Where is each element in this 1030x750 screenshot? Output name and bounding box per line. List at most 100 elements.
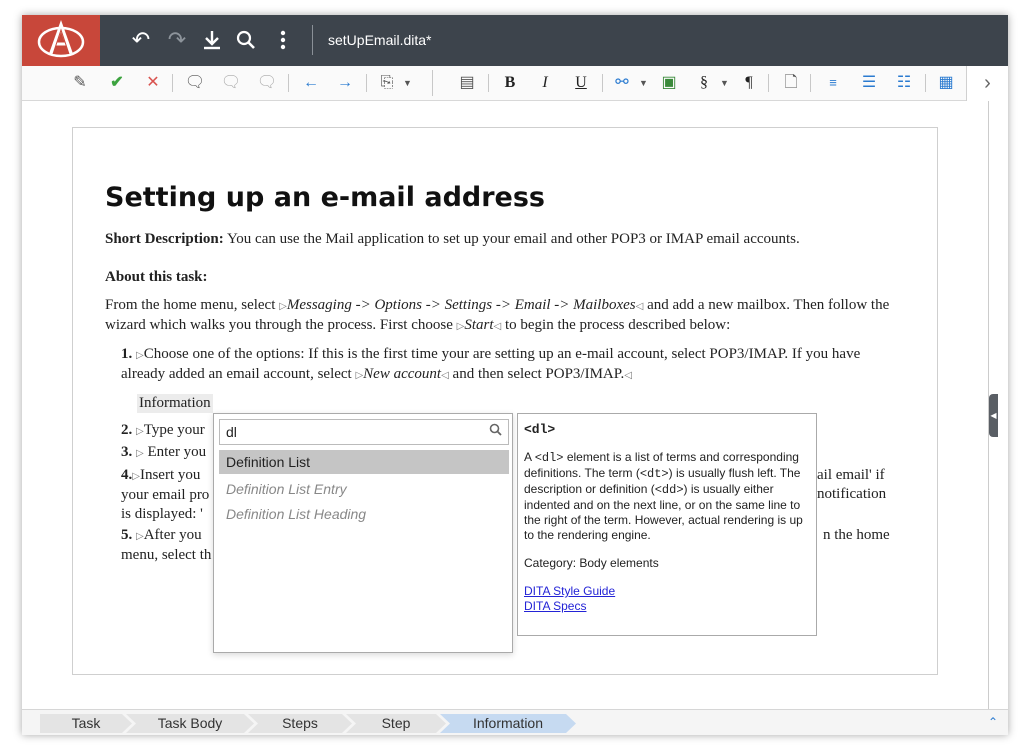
italic-button[interactable]: I xyxy=(534,72,556,94)
comment-add-icon: 🗨 xyxy=(184,74,206,91)
step-text: Type your xyxy=(143,422,205,438)
doc-code: <dt> xyxy=(639,467,669,481)
chevron-down-icon[interactable]: ▼ xyxy=(720,78,729,88)
doc-description: A <dl> element is a list of terms and co… xyxy=(524,450,810,543)
insert-paragraph-button[interactable]: ¶ xyxy=(738,72,760,94)
tag-start-marker[interactable]: ▷ xyxy=(136,531,144,542)
insert-list-item-button[interactable]: ≡ xyxy=(822,72,844,94)
element-search[interactable] xyxy=(219,419,509,445)
chevron-down-icon[interactable]: ▼ xyxy=(639,78,648,88)
image-icon: ▣ xyxy=(661,74,677,91)
remove-comment-button[interactable]: 🗨 xyxy=(256,72,278,94)
logo-icon xyxy=(37,20,85,58)
edit-pencil-icon: ✎ xyxy=(73,74,87,91)
popup-item-definition-list[interactable]: Definition List xyxy=(219,450,509,474)
tag-start-marker[interactable]: ▷ xyxy=(136,426,144,437)
toolbar-separator xyxy=(432,70,433,96)
doc-code: <dl> xyxy=(534,451,564,465)
toolbar-more-button[interactable]: › xyxy=(966,66,1008,101)
step-text: is displayed: ' xyxy=(121,506,203,522)
popup-item-definition-list-heading[interactable]: Definition List Heading xyxy=(219,502,509,526)
about-task-heading: About this task: xyxy=(105,269,208,285)
forward-button[interactable]: → xyxy=(334,72,356,94)
step-text: Enter you xyxy=(147,444,207,460)
step-1[interactable]: 1. ▷Choose one of the options: If this i… xyxy=(121,345,895,385)
download-icon xyxy=(204,31,220,50)
tag-end-marker[interactable]: ◁ xyxy=(494,321,502,332)
tag-end-marker[interactable]: ◁ xyxy=(636,301,644,312)
expand-breadcrumb-button[interactable]: ⌃ xyxy=(988,715,998,729)
conref-button[interactable]: 🗋 xyxy=(780,72,802,94)
paste-icon: ⎘ xyxy=(380,74,394,91)
tag-start-marker[interactable]: ▷ xyxy=(132,471,140,482)
link-button[interactable]: ⚯ xyxy=(611,72,633,94)
chevron-right-icon: › xyxy=(984,72,991,94)
numbered-list-button[interactable]: ☷ xyxy=(893,72,915,94)
accept-change-button[interactable]: ✔ xyxy=(106,72,128,94)
element-search-input[interactable] xyxy=(220,420,470,444)
tag-start-marker[interactable]: ▷ xyxy=(136,350,144,361)
step-text: your email pro xyxy=(121,487,210,503)
insert-table-button[interactable]: ▦ xyxy=(935,72,957,94)
edit-comment-button[interactable]: 🗨 xyxy=(220,72,242,94)
insert-section-button[interactable]: § xyxy=(693,72,715,94)
arrow-left-icon: ← xyxy=(303,74,319,91)
bold-button[interactable]: B xyxy=(499,72,521,94)
bullet-list-icon: ☰ xyxy=(861,74,877,91)
track-changes-button[interactable]: ✎ xyxy=(69,72,91,94)
step-4-right[interactable]: ail email' if notification xyxy=(817,466,917,504)
doc-text: A xyxy=(524,450,532,464)
toolbar-separator xyxy=(925,74,926,92)
step-5-right[interactable]: n the home xyxy=(823,526,923,545)
breadcrumb-information[interactable]: Information xyxy=(440,714,576,733)
underline-button[interactable]: U xyxy=(570,72,592,94)
dita-specs-link[interactable]: DITA Specs xyxy=(524,599,810,614)
download-button[interactable] xyxy=(199,26,225,54)
step-number: 2. xyxy=(121,422,133,438)
comment-remove-icon: 🗨 xyxy=(256,74,278,91)
undo-button[interactable]: ↶ xyxy=(128,26,154,54)
paste-button[interactable]: ⎘ xyxy=(376,72,398,94)
step-text: menu, select th xyxy=(121,547,212,563)
tag-end-marker[interactable]: ◁ xyxy=(624,370,632,381)
element-breadcrumb: Task Task Body Steps Step Information ⌃ xyxy=(22,709,1008,735)
reject-change-button[interactable]: ✕ xyxy=(142,72,164,94)
more-button[interactable] xyxy=(270,26,296,54)
step-text: and then select POP3/IMAP. xyxy=(452,366,625,382)
breadcrumb-task[interactable]: Task xyxy=(40,714,132,733)
back-button[interactable]: ← xyxy=(300,72,322,94)
breadcrumb-task-body[interactable]: Task Body xyxy=(126,714,254,733)
bulleted-list-button[interactable]: ☰ xyxy=(858,72,880,94)
app-logo xyxy=(22,15,100,66)
search-button[interactable] xyxy=(233,26,259,54)
dita-style-guide-link[interactable]: DITA Style Guide xyxy=(524,584,810,599)
dita-map-button[interactable]: ▤ xyxy=(456,72,478,94)
insert-image-button[interactable]: ▣ xyxy=(658,72,680,94)
side-panel-toggle[interactable]: ◀ xyxy=(989,394,998,437)
tag-end-marker[interactable]: ◁ xyxy=(441,370,449,381)
step-number: 4. xyxy=(121,467,133,483)
short-description[interactable]: Short Description: You can use the Mail … xyxy=(105,230,895,249)
topic-title[interactable]: Setting up an e-mail address xyxy=(105,182,545,213)
element-chooser-popup[interactable]: Definition List Definition List Entry De… xyxy=(213,413,513,653)
tag-start-marker[interactable]: ▷ xyxy=(136,448,144,459)
context-text: to begin the process described below: xyxy=(504,317,731,333)
popup-item-definition-list-entry[interactable]: Definition List Entry xyxy=(219,477,509,501)
chevron-down-icon[interactable]: ▼ xyxy=(403,78,412,88)
redo-button[interactable]: ↷ xyxy=(164,26,190,54)
title-bar: ↶ ↷ setUpEmail.dita* xyxy=(22,15,1008,66)
arrow-right-icon: → xyxy=(337,74,353,91)
tag-start-marker[interactable]: ▷ xyxy=(279,301,287,312)
information-element[interactable]: Information xyxy=(137,394,213,413)
breadcrumb-step[interactable]: Step xyxy=(346,714,446,733)
start-term: Start xyxy=(464,317,494,333)
task-context[interactable]: From the home menu, select ▷Messaging ->… xyxy=(105,296,895,336)
editor-content[interactable]: Setting up an e-mail address Short Descr… xyxy=(22,101,988,709)
comment-edit-icon: 🗨 xyxy=(220,74,242,91)
step-number: 3. xyxy=(121,444,133,460)
add-comment-button[interactable]: 🗨 xyxy=(184,72,206,94)
step-number: 1. xyxy=(121,346,133,362)
breadcrumb-steps[interactable]: Steps xyxy=(248,714,352,733)
shortdesc-label: Short Description: xyxy=(105,231,224,247)
toolbar-separator xyxy=(488,74,489,92)
